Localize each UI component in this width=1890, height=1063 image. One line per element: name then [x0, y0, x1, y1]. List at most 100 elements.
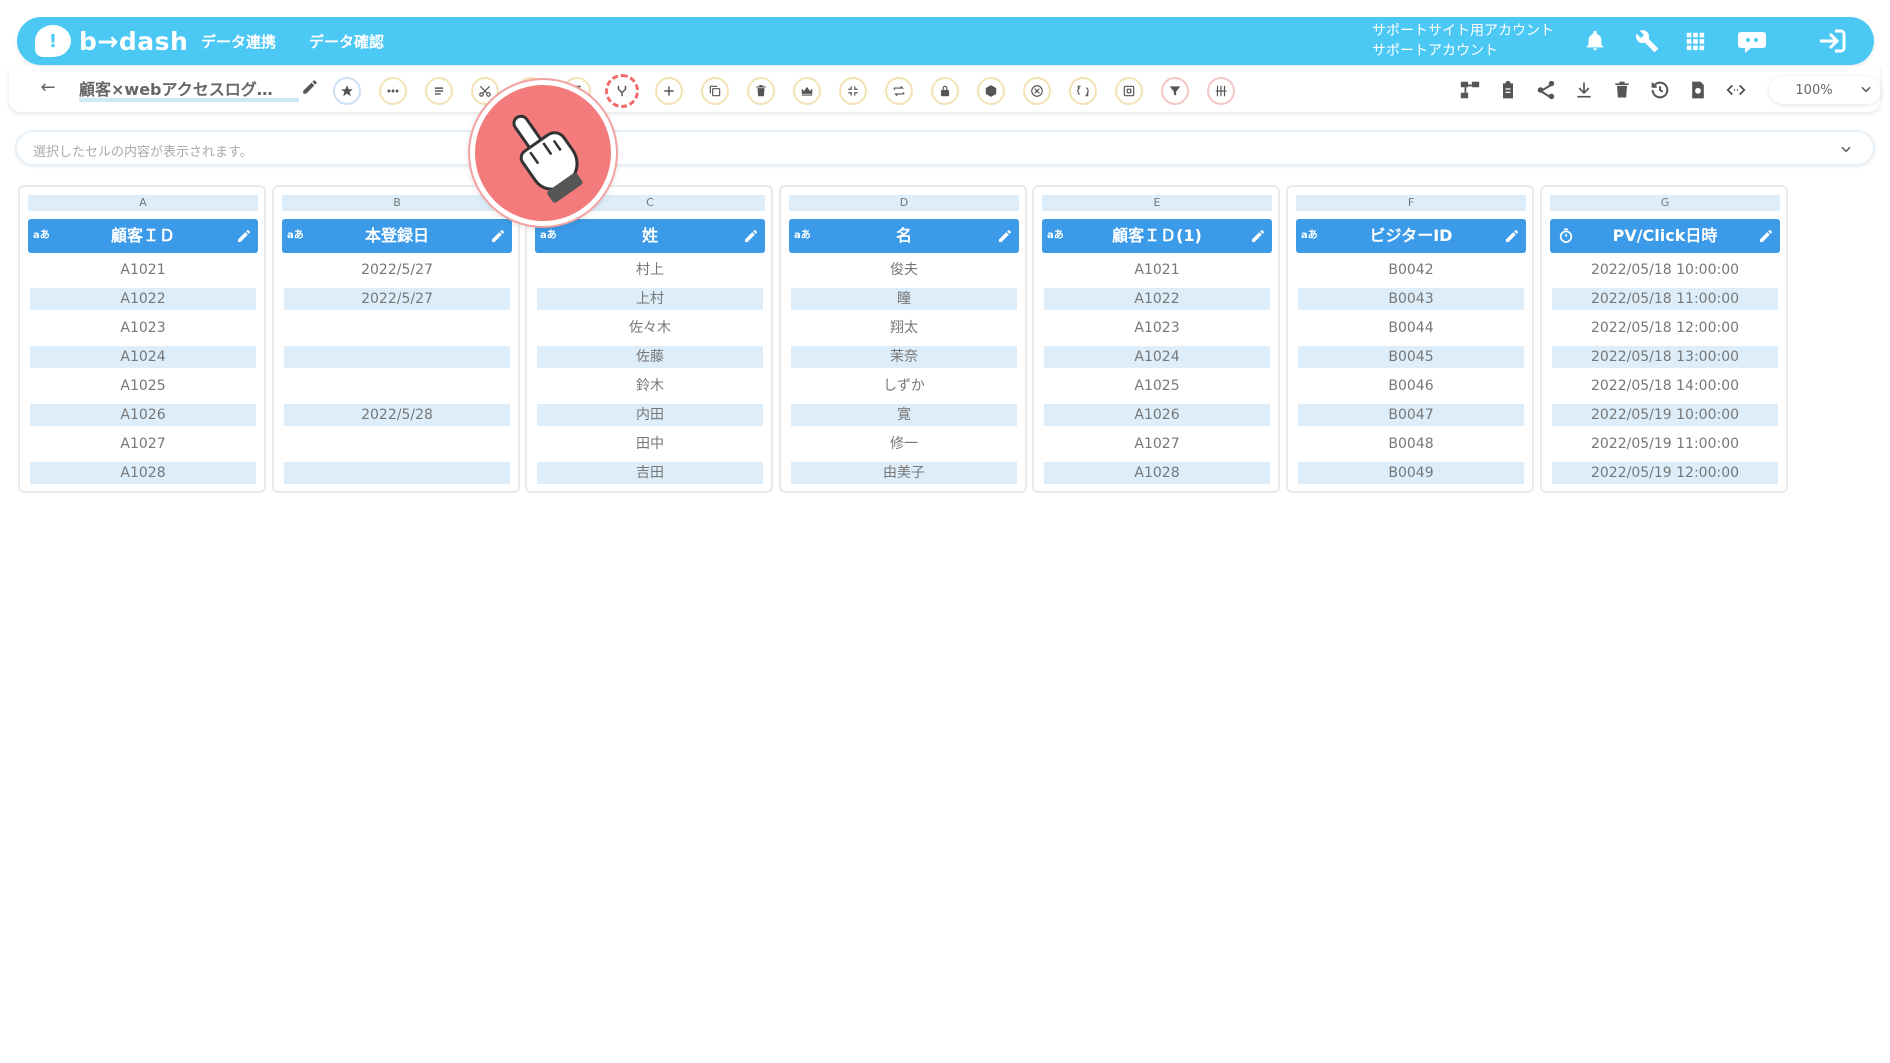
table-cell[interactable]: A1025	[1044, 375, 1270, 397]
table-cell[interactable]: B0045	[1298, 346, 1524, 368]
table-cell[interactable]: 由美子	[791, 462, 1017, 484]
table-cell[interactable]: A1022	[30, 288, 256, 310]
table-cell[interactable]: B0049	[1298, 462, 1524, 484]
collapse-icon[interactable]	[839, 77, 867, 105]
clipboard-icon[interactable]	[1495, 77, 1521, 103]
table-cell[interactable]: 2022/05/18 10:00:00	[1552, 259, 1778, 281]
column-header[interactable]: aあ 顧客ＩＤ	[28, 219, 258, 253]
table-cell[interactable]: B0044	[1298, 317, 1524, 339]
table-cell[interactable]: B0048	[1298, 433, 1524, 455]
download-icon[interactable]	[1571, 77, 1597, 103]
table-cell[interactable]	[284, 433, 510, 455]
column-header[interactable]: aあ ビジターID	[1296, 219, 1526, 253]
table-cell[interactable]: 吉田	[537, 462, 763, 484]
lock-icon[interactable]	[931, 77, 959, 105]
table-cell[interactable]: A1027	[1044, 433, 1270, 455]
table-cell[interactable]: A1028	[1044, 462, 1270, 484]
table-cell[interactable]: A1027	[30, 433, 256, 455]
bell-icon[interactable]	[1581, 27, 1609, 55]
file-refresh-icon[interactable]	[1685, 77, 1711, 103]
table-cell[interactable]: A1025	[30, 375, 256, 397]
table-cell[interactable]: 2022/5/28	[284, 404, 510, 426]
column-header[interactable]: aあ 名	[789, 219, 1019, 253]
merge-icon[interactable]	[605, 74, 639, 108]
table-cell[interactable]: 2022/05/18 12:00:00	[1552, 317, 1778, 339]
table-cell[interactable]: B0047	[1298, 404, 1524, 426]
table-cell[interactable]	[284, 317, 510, 339]
table-cell[interactable]: 2022/05/18 14:00:00	[1552, 375, 1778, 397]
chat-support-icon[interactable]	[1735, 27, 1769, 55]
table-cell[interactable]: 2022/05/19 11:00:00	[1552, 433, 1778, 455]
filter-icon[interactable]	[1161, 77, 1189, 105]
apps-grid-icon[interactable]	[1681, 27, 1709, 55]
table-cell[interactable]: A1022	[1044, 288, 1270, 310]
history-icon[interactable]	[1647, 77, 1673, 103]
table-cell[interactable]: 2022/05/18 13:00:00	[1552, 346, 1778, 368]
table-cell[interactable]: 内田	[537, 404, 763, 426]
column-header[interactable]: aあ 本登録日	[282, 219, 512, 253]
table-cell[interactable]: 翔太	[791, 317, 1017, 339]
column-header[interactable]: aあ姓	[535, 219, 765, 253]
table-cell[interactable]: 寛	[791, 404, 1017, 426]
transform-icon[interactable]	[1069, 77, 1097, 105]
column-letter[interactable]: F	[1296, 195, 1526, 211]
table-cell[interactable]	[284, 346, 510, 368]
plus-icon[interactable]	[655, 77, 683, 105]
table-cell[interactable]: 俊夫	[791, 259, 1017, 281]
nav-data-check[interactable]: データ確認	[309, 31, 384, 52]
frame-icon[interactable]	[1115, 77, 1143, 105]
pencil-icon[interactable]	[743, 228, 759, 244]
table-cell[interactable]: 瞳	[791, 288, 1017, 310]
column-letter[interactable]: B	[282, 195, 512, 211]
table-cell[interactable]	[284, 375, 510, 397]
table-cell[interactable]: A1026	[30, 404, 256, 426]
box-icon[interactable]	[977, 77, 1005, 105]
crown-icon[interactable]	[793, 77, 821, 105]
table-cell[interactable]: A1021	[1044, 259, 1270, 281]
table-cell[interactable]: 修一	[791, 433, 1017, 455]
column-header[interactable]: PV/Click日時	[1550, 219, 1780, 253]
table-cell[interactable]: 2022/05/19 12:00:00	[1552, 462, 1778, 484]
table-cell[interactable]: B0042	[1298, 259, 1524, 281]
cancel-circle-icon[interactable]	[1023, 77, 1051, 105]
table-cell[interactable]: A1021	[30, 259, 256, 281]
pencil-icon[interactable]	[236, 228, 252, 244]
wrench-icon[interactable]	[1633, 27, 1661, 55]
zoom-select[interactable]: 100%	[1769, 76, 1881, 104]
table-cell[interactable]: B0043	[1298, 288, 1524, 310]
code-icon[interactable]	[1723, 77, 1749, 103]
table-cell[interactable]: しずか	[791, 375, 1017, 397]
pencil-icon[interactable]	[1504, 228, 1520, 244]
nav-data-link[interactable]: データ連携	[201, 31, 276, 52]
brand-logo[interactable]: ! b→dash	[35, 25, 188, 57]
repeat-icon[interactable]	[885, 77, 913, 105]
logout-icon[interactable]	[1815, 27, 1849, 55]
column-letter[interactable]: D	[789, 195, 1019, 211]
pencil-icon[interactable]	[997, 228, 1013, 244]
table-cell[interactable]: 田中	[537, 433, 763, 455]
more-horizontal-icon[interactable]	[379, 77, 407, 105]
list-icon[interactable]	[425, 77, 453, 105]
table-cell[interactable]: 2022/5/27	[284, 288, 510, 310]
grid-split-icon[interactable]	[1207, 77, 1235, 105]
flow-diagram-icon[interactable]	[1457, 77, 1483, 103]
pencil-icon[interactable]	[490, 228, 506, 244]
star-icon[interactable]	[333, 77, 361, 105]
table-cell[interactable]: B0046	[1298, 375, 1524, 397]
table-cell[interactable]: 2022/05/19 10:00:00	[1552, 404, 1778, 426]
sheet-title[interactable]: 顧客×webアクセスログ…	[79, 76, 299, 102]
table-cell[interactable]: 鈴木	[537, 375, 763, 397]
back-arrow-icon[interactable]: ←	[37, 76, 59, 98]
table-cell[interactable]: A1026	[1044, 404, 1270, 426]
table-cell[interactable]: A1024	[1044, 346, 1270, 368]
table-cell[interactable]: 村上	[537, 259, 763, 281]
table-cell[interactable]: A1023	[1044, 317, 1270, 339]
table-cell[interactable]: A1023	[30, 317, 256, 339]
table-cell[interactable]: 2022/5/27	[284, 259, 510, 281]
table-cell[interactable]: A1028	[30, 462, 256, 484]
column-letter[interactable]: E	[1042, 195, 1272, 211]
pencil-icon[interactable]	[1758, 228, 1774, 244]
delete-icon[interactable]	[1609, 77, 1635, 103]
table-cell[interactable]: 茉奈	[791, 346, 1017, 368]
table-cell[interactable]	[284, 462, 510, 484]
